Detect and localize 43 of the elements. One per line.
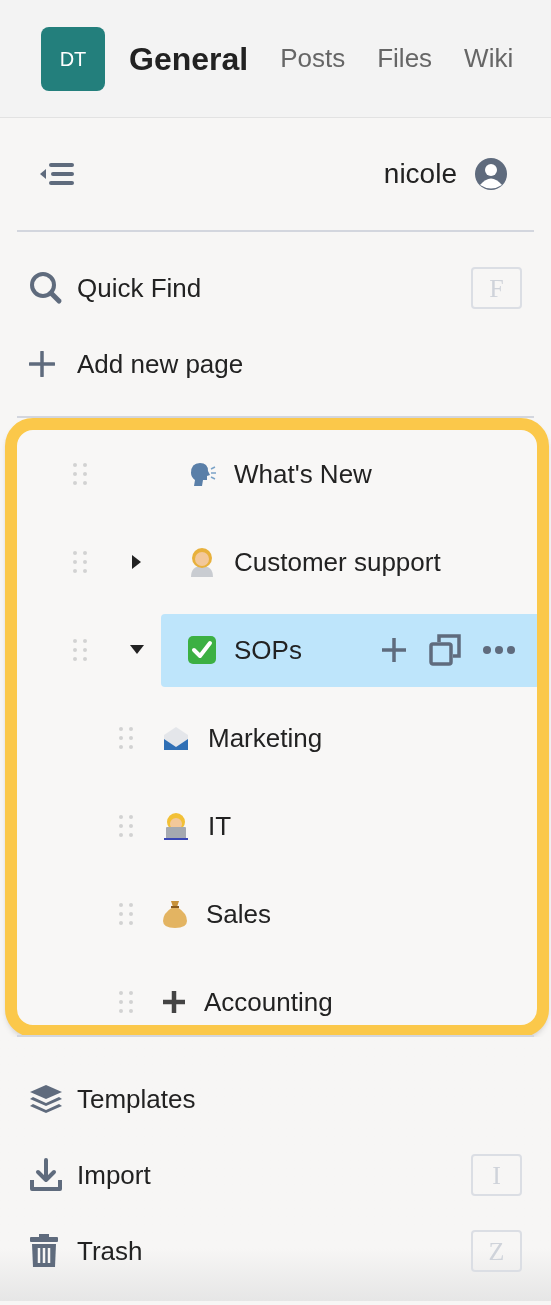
page-item[interactable]: IT	[135, 789, 537, 863]
menu-item[interactable]: Add new page	[77, 344, 244, 384]
checkmark-icon	[188, 636, 216, 664]
page-item[interactable]: Marketing	[135, 701, 537, 775]
plus-icon	[162, 990, 186, 1014]
drag-handle-icon[interactable]	[118, 902, 134, 926]
caret-down-icon[interactable]	[130, 645, 144, 655]
search-icon	[29, 271, 63, 305]
nav-tab[interactable]: Wiki	[464, 39, 514, 78]
page-item[interactable]: Accounting	[135, 965, 537, 1025]
page-item[interactable]: What's New	[161, 437, 537, 511]
nav-tab[interactable]: Posts	[280, 39, 346, 78]
add-child-icon[interactable]	[381, 637, 407, 663]
user-avatar-icon[interactable]	[475, 158, 507, 190]
drag-handle-icon[interactable]	[72, 638, 88, 662]
page-item[interactable]: Sales	[135, 877, 537, 951]
menu-item[interactable]: Templates	[77, 1079, 196, 1119]
drag-handle-icon[interactable]	[118, 990, 134, 1014]
caret-right-icon[interactable]	[132, 555, 142, 569]
money-bag-icon	[162, 899, 188, 929]
page-item[interactable]: SOPs	[161, 613, 537, 687]
duplicate-icon[interactable]	[429, 634, 461, 666]
user-name[interactable]: nicole	[383, 153, 457, 195]
menu-item[interactable]: Import	[77, 1155, 151, 1195]
speaking-head-icon	[188, 461, 216, 487]
layers-icon	[29, 1083, 63, 1115]
collapse-sidebar-icon[interactable]	[40, 161, 74, 187]
drag-handle-icon[interactable]	[118, 814, 134, 838]
drag-handle-icon[interactable]	[72, 550, 88, 574]
menu-item[interactable]: Quick Find	[77, 268, 202, 308]
drag-handle-icon[interactable]	[72, 462, 88, 486]
page-item[interactable]: Customer support	[161, 525, 537, 599]
menu-item[interactable]: Trash	[77, 1231, 143, 1271]
more-icon[interactable]	[483, 646, 515, 654]
drag-handle-icon[interactable]	[118, 726, 134, 750]
envelope-icon	[162, 725, 190, 751]
plus-icon	[29, 351, 55, 377]
person-laptop-icon	[162, 812, 190, 840]
nav-tab[interactable]: Files	[377, 39, 433, 78]
trash-icon	[29, 1234, 59, 1268]
channel-title: General	[129, 39, 249, 79]
team-avatar: DT	[41, 26, 105, 91]
download-icon	[29, 1158, 63, 1192]
